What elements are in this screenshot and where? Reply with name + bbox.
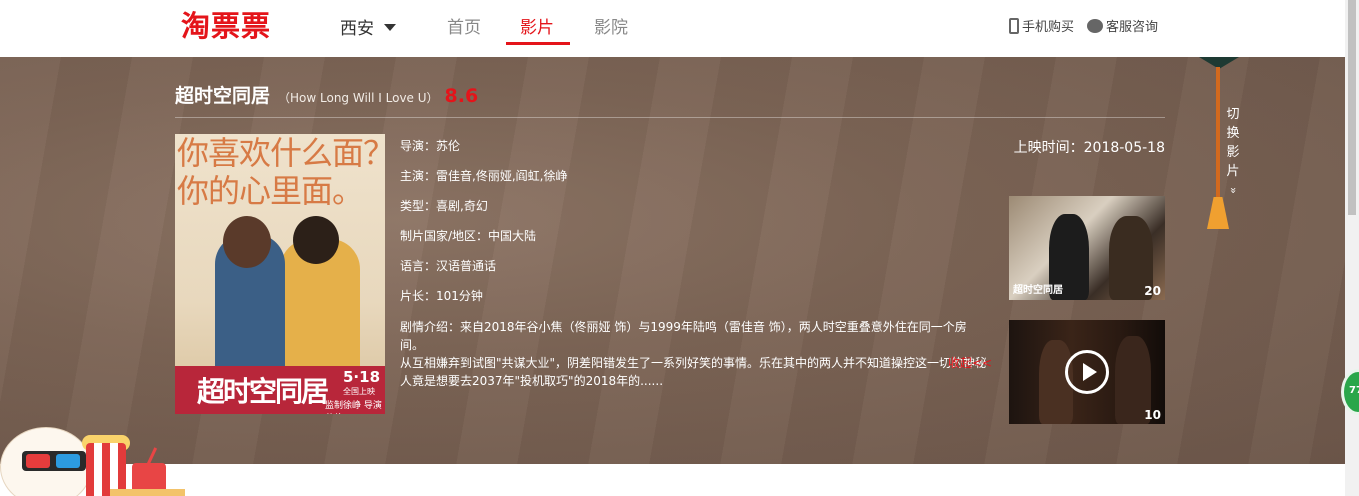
switch-movie-text: 切换影片 (1226, 107, 1240, 179)
caret-down-icon (384, 23, 396, 31)
movie-poster[interactable]: 你喜欢什么面？ 你的心里面。 超时空同居 5·18 全国上映 监制徐峥 导演苏伦 (175, 134, 385, 414)
duration-info: 片长：101分钟 (400, 289, 483, 303)
movie-score: 8.6 (444, 85, 479, 107)
chevron-down-icon: » (1226, 187, 1240, 194)
movie-title-en: （How Long Will I Love U） (278, 91, 439, 105)
mascot-illustration (0, 425, 190, 496)
collapse-synopsis-link[interactable]: 收起<< (948, 354, 992, 371)
synopsis-line: 人竟是想要去2037年"投机取巧"的2018年的...... (400, 374, 664, 388)
release-date: 上映时间：2018-05-18 (1013, 140, 1165, 156)
lens-left (26, 454, 50, 468)
synopsis: 剧情介绍：来自2018年谷小焦（佟丽娅 饰）与1999年陆鸣（雷佳音 饰），两人… (400, 318, 990, 390)
3d-glasses-icon (22, 451, 86, 471)
nav-cinemas[interactable]: 影院 (594, 13, 628, 38)
cast-info: 主演：雷佳音,佟丽娅,阎虹,徐峥 (400, 169, 568, 183)
movie-detail-banner: 超时空同居 （How Long Will I Love U） 8.6 你喜欢什么面？… (0, 57, 1345, 464)
customer-service-link[interactable]: 客服咨询 (1087, 16, 1158, 35)
poster-figure-head (293, 216, 339, 264)
language-info: 语言：汉语普通话 (400, 259, 497, 273)
nav-home[interactable]: 首页 (447, 13, 481, 38)
site-logo[interactable]: 淘票票 (181, 3, 271, 45)
mobile-buy-link[interactable]: 手机购买 (1009, 16, 1074, 36)
phone-icon (1009, 17, 1019, 34)
chat-icon (1087, 18, 1103, 33)
videos-count: 10 (1144, 408, 1161, 422)
video-thumbnail[interactable]: 10 (1009, 320, 1165, 424)
nav-movies[interactable]: 影片 (520, 13, 554, 38)
genre-info: 类型：喜剧,奇幻 (400, 199, 488, 213)
switch-movie-cord[interactable]: 切换影片 » (1199, 57, 1241, 232)
mobile-buy-label: 手机购买 (1022, 20, 1075, 35)
poster-slogan: 你喜欢什么面？ 你的心里面。 (177, 134, 385, 210)
synopsis-line: 剧情介绍：来自2018年谷小焦（佟丽娅 饰）与1999年陆鸣（雷佳音 饰），两人… (400, 320, 967, 352)
top-header: 淘票票 西安 首页 影片 影院 手机购买 客服咨询 (0, 0, 1345, 57)
poster-date: 5·18 (343, 368, 381, 386)
play-icon[interactable] (1065, 350, 1109, 394)
tray (110, 489, 185, 496)
poster-slogan-line: 你的心里面。 (177, 172, 364, 210)
stills-count: 20 (1144, 284, 1161, 298)
stills-caption: 超时空同居 (1013, 285, 1063, 296)
poster-figure-head (223, 216, 271, 268)
cord-rope (1216, 67, 1220, 197)
synopsis-line: 从互相嫌弃到试图"共谋大业"，阴差阳错发生了一系列好笑的事情。乐在其中的两人并不… (400, 356, 988, 370)
active-tab-indicator (506, 42, 570, 45)
movie-title: 超时空同居 (175, 85, 271, 107)
city-selector[interactable]: 西安 (340, 14, 396, 39)
movie-title-row: 超时空同居 （How Long Will I Love U） 8.6 (175, 81, 478, 108)
poster-credits: 监制徐峥 导演苏伦 (325, 401, 382, 411)
director-info: 导演：苏伦 (400, 139, 461, 153)
poster-title: 超时空同居 (197, 375, 329, 408)
stills-thumbnail[interactable]: 超时空同居 20 (1009, 196, 1165, 300)
lens-right (56, 454, 80, 468)
switch-movie-label: 切换影片 » (1225, 105, 1241, 200)
scrollbar-thumb[interactable] (1348, 0, 1356, 215)
divider (175, 117, 1165, 118)
poster-release-note: 全国上映 (343, 387, 375, 396)
tassel-icon (1207, 197, 1229, 229)
customer-service-label: 客服咨询 (1106, 20, 1159, 35)
city-name: 西安 (340, 19, 374, 39)
poster-slogan-line: 你喜欢什么面？ (177, 134, 385, 172)
country-info: 制片国家/地区：中国大陆 (400, 229, 537, 243)
page-scrollbar[interactable] (1345, 0, 1359, 496)
